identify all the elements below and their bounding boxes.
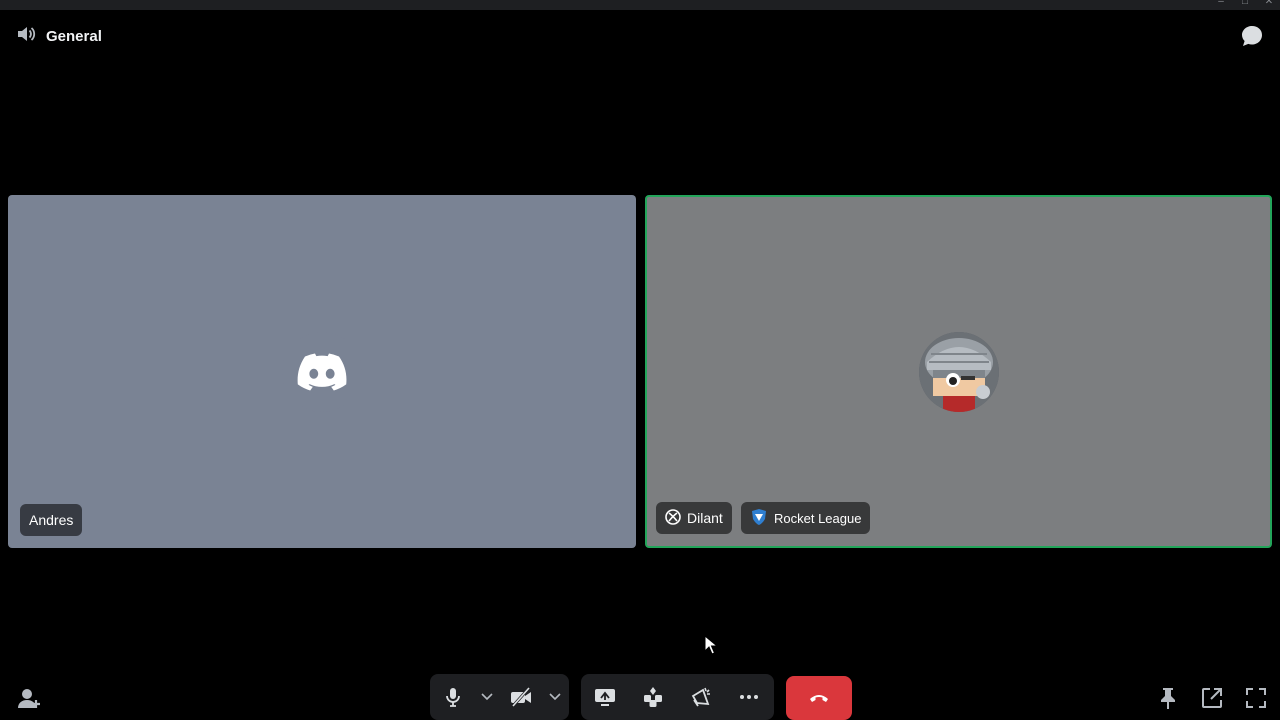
activity-badge[interactable]: Rocket League bbox=[741, 502, 871, 534]
user-nametag: Dilant bbox=[656, 502, 732, 534]
popout-icon bbox=[1202, 688, 1222, 708]
speaker-icon bbox=[16, 25, 36, 48]
discord-logo-icon bbox=[297, 353, 347, 390]
avatar bbox=[282, 331, 362, 412]
xbox-icon bbox=[665, 508, 681, 528]
user-name: Andres bbox=[29, 512, 74, 528]
chevron-down-icon bbox=[481, 693, 493, 701]
screen-share-button[interactable] bbox=[581, 674, 629, 720]
maximize-icon[interactable]: □ bbox=[1240, 0, 1250, 7]
view-tools bbox=[1156, 686, 1268, 710]
user-name: Dilant bbox=[687, 510, 723, 526]
close-icon[interactable]: ✕ bbox=[1264, 0, 1274, 7]
mute-button[interactable] bbox=[430, 674, 476, 720]
camera-button[interactable] bbox=[498, 674, 544, 720]
user-nametag: Andres bbox=[20, 504, 83, 536]
chat-button[interactable] bbox=[1240, 24, 1264, 48]
invite-button[interactable] bbox=[16, 686, 42, 712]
popout-button[interactable] bbox=[1200, 686, 1224, 710]
add-person-icon bbox=[18, 689, 40, 708]
soundboard-button[interactable] bbox=[677, 674, 725, 720]
camera-off-icon bbox=[511, 687, 531, 707]
hang-up-icon bbox=[810, 695, 828, 702]
microphone-icon bbox=[446, 688, 460, 707]
window-controls: – □ ✕ bbox=[1216, 0, 1274, 7]
video-tile-dilant[interactable]: Dilant Rocket League bbox=[645, 195, 1272, 548]
disconnect-button[interactable] bbox=[786, 676, 852, 720]
activities-button[interactable] bbox=[629, 674, 677, 720]
soundboard-icon bbox=[691, 687, 710, 707]
chevron-down-icon bbox=[549, 693, 561, 701]
call-actions bbox=[581, 674, 774, 720]
chat-bubble-icon bbox=[1242, 26, 1262, 46]
channel-header: General bbox=[16, 26, 102, 46]
minimize-icon[interactable]: – bbox=[1216, 0, 1226, 7]
screen-share-icon bbox=[595, 689, 615, 706]
fullscreen-button[interactable] bbox=[1244, 686, 1268, 710]
pixel-character-avatar bbox=[918, 331, 999, 412]
video-tile-andres[interactable]: Andres bbox=[8, 195, 636, 548]
camera-options-button[interactable] bbox=[544, 674, 566, 720]
fullscreen-icon bbox=[1246, 688, 1266, 708]
mic-options-button[interactable] bbox=[476, 674, 498, 720]
activity-name: Rocket League bbox=[774, 510, 862, 526]
rocket-league-icon bbox=[750, 508, 768, 529]
channel-title: General bbox=[46, 27, 102, 45]
title-bar: – □ ✕ bbox=[0, 0, 1280, 10]
more-icon bbox=[740, 695, 758, 699]
avatar bbox=[918, 331, 999, 412]
activities-icon bbox=[644, 687, 662, 707]
pin-icon bbox=[1161, 688, 1175, 709]
pin-button[interactable] bbox=[1156, 686, 1180, 710]
voice-video-controls bbox=[430, 674, 569, 720]
mouse-cursor bbox=[704, 634, 719, 660]
more-button[interactable] bbox=[725, 674, 773, 720]
